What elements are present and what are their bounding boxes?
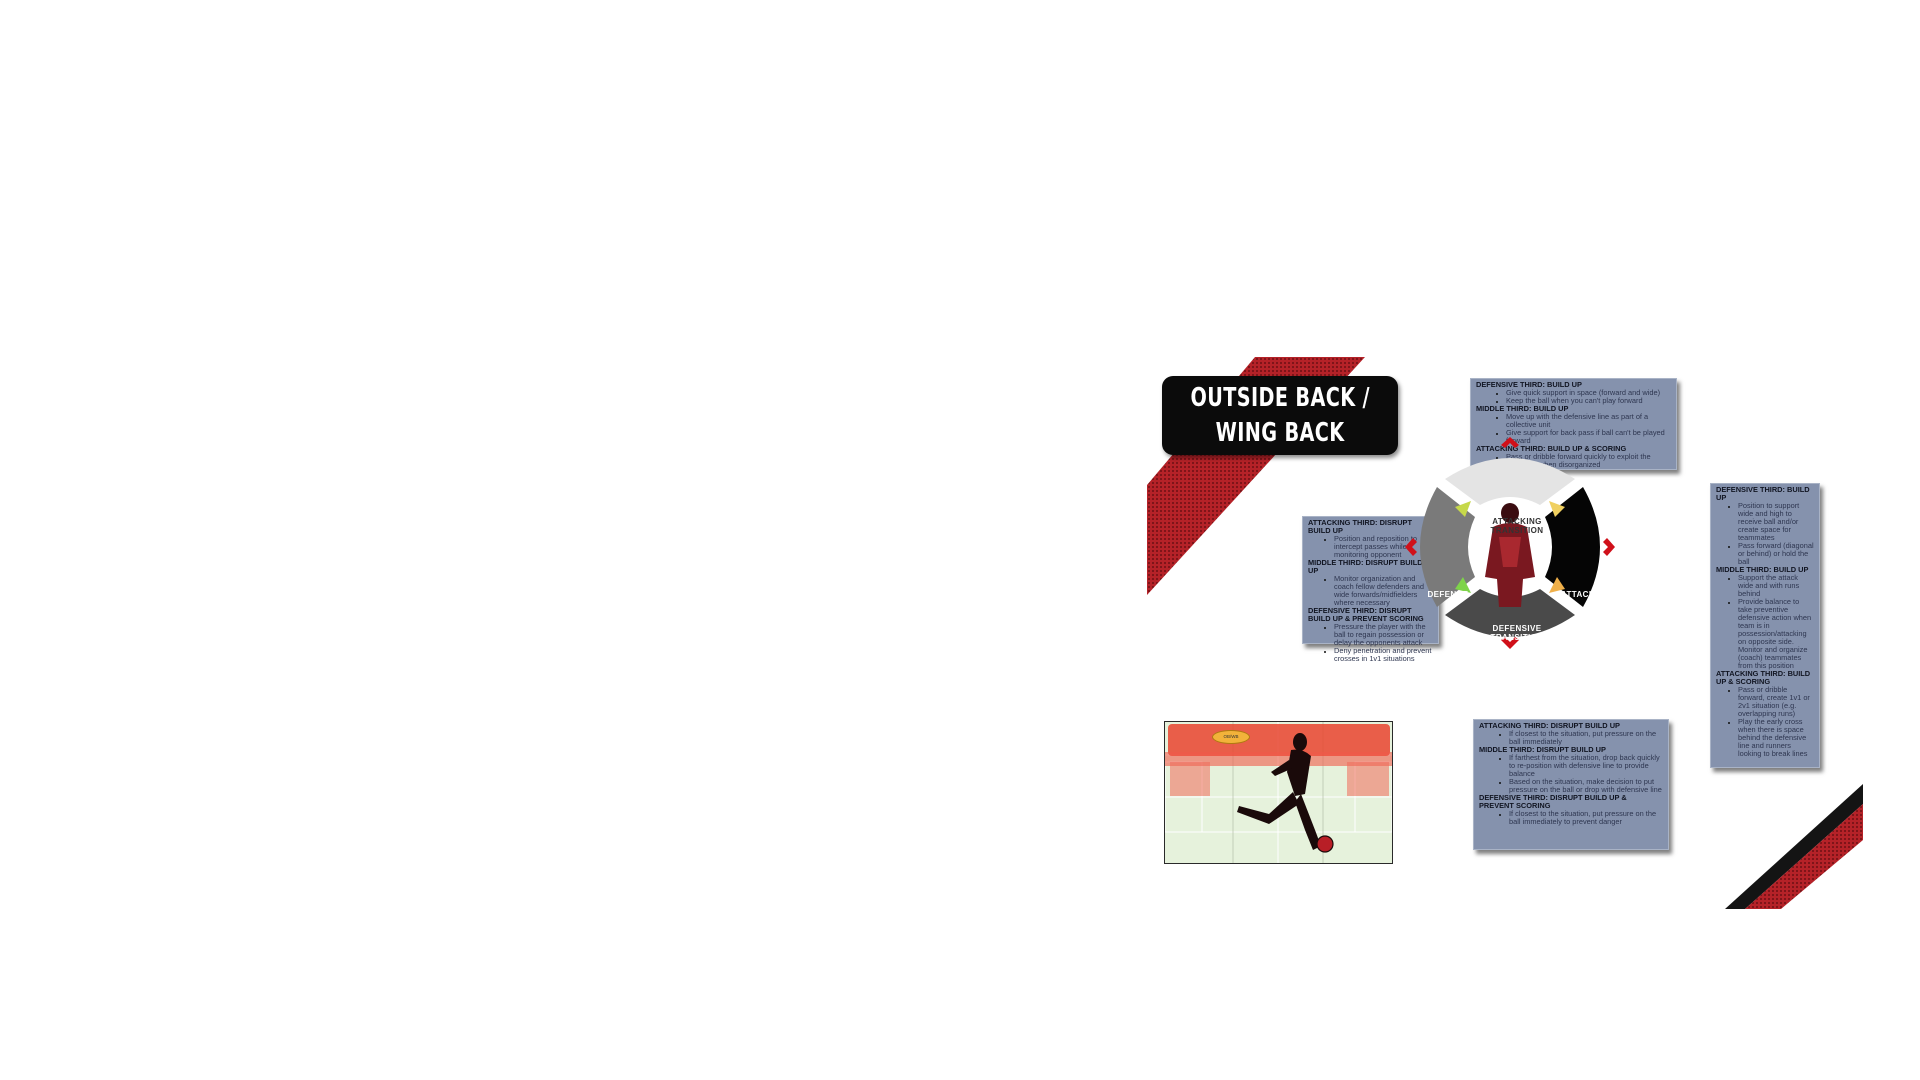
panel-item: If farthest from the situation, drop bac…	[1509, 754, 1663, 778]
panel-item: If closest to the situation, put pressur…	[1509, 810, 1663, 826]
panel-item: Support the attack wide and with runs be…	[1738, 574, 1814, 598]
label-line: ATTACKING	[1492, 517, 1542, 526]
label-line: TRANSITION	[1490, 526, 1544, 535]
label-line: TRANSITION	[1490, 633, 1544, 642]
slide: OUTSIDE BACK / WING BACK DEFENSIVE THIRD…	[1147, 357, 1863, 909]
panel-item: If closest to the situation, put pressur…	[1509, 730, 1663, 746]
chevron-left-icon	[1405, 538, 1417, 556]
label-line: DEFENSIVE	[1492, 624, 1542, 633]
panel-right-attack: DEFENSIVE THIRD: BUILD UP Position to su…	[1710, 483, 1820, 768]
field-drawing	[1165, 722, 1392, 863]
position-label-badge: OB/WB	[1212, 730, 1250, 744]
panel-heading: DEFENSIVE THIRD: DISRUPT BUILD UP & PREV…	[1479, 793, 1627, 810]
chevron-up-icon	[1501, 437, 1519, 448]
segment-attacking-transition	[1445, 458, 1575, 505]
title-box: OUTSIDE BACK / WING BACK	[1162, 376, 1398, 455]
panel-heading: DEFENSIVE THIRD: BUILD UP	[1716, 485, 1810, 502]
panel-item: Based on the situation, make decision to…	[1509, 778, 1663, 794]
label-defence: DEFENCE	[1427, 590, 1469, 599]
label-defensive-transition: DEFENSIVE TRANSITION	[1482, 624, 1552, 642]
panel-item: Position to support wide and high to rec…	[1738, 502, 1814, 542]
title-line-2: WING BACK	[1215, 417, 1345, 448]
field-heatmap: OB/WB	[1164, 721, 1393, 864]
title-line-1: OUTSIDE BACK /	[1190, 382, 1370, 413]
panel-bottom-defensive-transition: ATTACKING THIRD: DISRUPT BUILD UP If clo…	[1473, 719, 1669, 850]
panel-item: Provide balance to take preventive defen…	[1738, 598, 1814, 670]
panel-item: Pass forward (diagonal or behind) or hol…	[1738, 542, 1814, 566]
chevron-right-icon	[1603, 538, 1615, 556]
panel-item: Move up with the defensive line as part …	[1506, 413, 1671, 429]
panel-item: Pass or dribble forward, create 1v1 or 2…	[1738, 686, 1814, 718]
label-attack: ATTACK	[1560, 590, 1596, 599]
panel-heading: ATTACKING THIRD: BUILD UP & SCORING	[1716, 669, 1811, 686]
label-attacking-transition: ATTACKING TRANSITION	[1482, 517, 1552, 535]
panel-item: Play the early cross when there is space…	[1738, 718, 1814, 758]
